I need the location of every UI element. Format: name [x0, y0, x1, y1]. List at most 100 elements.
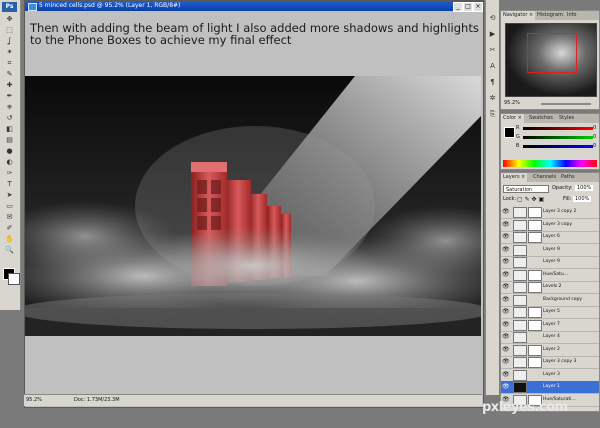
- fill-input[interactable]: 100%: [573, 196, 592, 202]
- layer-row[interactable]: 👁 Layer 9: [501, 256, 599, 269]
- layer-row[interactable]: 👁 Layer 3: [501, 369, 599, 382]
- layer-row[interactable]: 👁 Layer 7: [501, 319, 599, 332]
- channel-r-value[interactable]: 0: [593, 125, 596, 131]
- tab-color[interactable]: Color ×: [501, 114, 524, 123]
- image-canvas[interactable]: [25, 76, 481, 336]
- layer-mask-thumbnail[interactable]: [528, 219, 542, 231]
- color-spectrum-bar[interactable]: [503, 160, 597, 167]
- brushes-icon[interactable]: ✲: [488, 94, 497, 103]
- layer-mask-thumbnail[interactable]: [528, 269, 542, 281]
- tab-styles[interactable]: Styles: [557, 114, 576, 123]
- move-icon[interactable]: ✥: [3, 15, 16, 24]
- tab-layers[interactable]: Layers ×: [501, 173, 528, 182]
- tab-paths[interactable]: Paths: [559, 173, 577, 182]
- visibility-eye-icon[interactable]: 👁: [502, 371, 510, 379]
- visibility-eye-icon[interactable]: 👁: [502, 321, 510, 329]
- layer-row[interactable]: 👁 Layer 4: [501, 331, 599, 344]
- channel-g-value[interactable]: 0: [593, 134, 596, 140]
- marquee-icon[interactable]: ⬚: [3, 26, 16, 35]
- magic-wand-icon[interactable]: ✶: [3, 48, 16, 57]
- layer-row[interactable]: 👁 Layer 9: [501, 244, 599, 257]
- history-brush-icon[interactable]: ↺: [3, 114, 16, 123]
- layer-row[interactable]: 👁 Layer 3 copy 3: [501, 356, 599, 369]
- healing-icon[interactable]: ✚: [3, 81, 16, 90]
- layer-row[interactable]: 👁 Layer 3 copy 2: [501, 206, 599, 219]
- minimize-button[interactable]: _: [453, 2, 463, 12]
- visibility-eye-icon[interactable]: 👁: [502, 221, 510, 229]
- stamp-icon[interactable]: ⎈: [3, 103, 16, 112]
- shape-icon[interactable]: ▭: [3, 202, 16, 211]
- document-title-bar[interactable]: 5 minced cells.psd @ 95.2% (Layer 1, RGB…: [25, 1, 483, 11]
- layer-row[interactable]: 👁 Levels 2: [501, 281, 599, 294]
- path-select-icon[interactable]: ➤: [3, 191, 16, 200]
- tool-presets-icon[interactable]: ✂: [488, 46, 497, 55]
- background-color-swatch[interactable]: [8, 273, 20, 285]
- slice-icon[interactable]: ✎: [3, 70, 16, 79]
- paragraph-icon[interactable]: ¶: [488, 78, 497, 87]
- dodge-icon[interactable]: ◐: [3, 158, 16, 167]
- visibility-eye-icon[interactable]: 👁: [502, 346, 510, 354]
- channel-g-slider[interactable]: [523, 136, 593, 139]
- visibility-eye-icon[interactable]: 👁: [502, 208, 510, 216]
- navigator-zoom-value[interactable]: 95.2%: [504, 100, 520, 106]
- channel-b-value[interactable]: 0: [593, 143, 596, 149]
- visibility-eye-icon[interactable]: 👁: [502, 271, 510, 279]
- actions-icon[interactable]: ▶: [488, 30, 497, 39]
- lock-icons[interactable]: ▢ ✎ ✥ ▣: [517, 196, 544, 203]
- color-foreground-swatch[interactable]: [504, 127, 515, 138]
- brush-icon[interactable]: ✒: [3, 92, 16, 101]
- layer-row[interactable]: 👁 Layer 3 copy: [501, 219, 599, 232]
- close-button[interactable]: ×: [473, 2, 483, 12]
- channel-r-slider[interactable]: [523, 127, 593, 130]
- clone-source-icon[interactable]: ⎘: [488, 110, 497, 119]
- layer-mask-thumbnail[interactable]: [528, 319, 542, 331]
- blur-icon[interactable]: ●: [3, 147, 16, 156]
- character-icon[interactable]: A: [488, 62, 497, 71]
- visibility-eye-icon[interactable]: 👁: [502, 333, 510, 341]
- tab-channels[interactable]: Channels: [531, 173, 558, 182]
- navigator-zoom-slider[interactable]: [541, 103, 591, 105]
- lasso-icon[interactable]: ʆ: [3, 37, 16, 46]
- visibility-eye-icon[interactable]: 👁: [502, 258, 510, 266]
- layer-row[interactable]: 👁 Layer 1: [501, 381, 599, 394]
- layer-mask-thumbnail[interactable]: [528, 207, 542, 218]
- visibility-eye-icon[interactable]: 👁: [502, 296, 510, 304]
- layer-row[interactable]: 👁 Background copy: [501, 294, 599, 307]
- layer-mask-thumbnail[interactable]: [528, 344, 542, 356]
- visibility-eye-icon[interactable]: 👁: [502, 246, 510, 254]
- layer-mask-thumbnail[interactable]: [528, 307, 542, 318]
- status-zoom[interactable]: 95.2%: [26, 395, 42, 406]
- gradient-icon[interactable]: ▤: [3, 136, 16, 145]
- layer-row[interactable]: 👁 Layer 5: [501, 306, 599, 319]
- hand-icon[interactable]: ✋: [3, 235, 16, 244]
- eyedropper-icon[interactable]: ✐: [3, 224, 16, 233]
- navigator-view-box[interactable]: [527, 33, 577, 73]
- tab-swatches[interactable]: Swatches: [527, 114, 555, 123]
- status-doc-size[interactable]: Doc: 1.73M/23.3M: [74, 395, 120, 406]
- eraser-icon[interactable]: ◧: [3, 125, 16, 134]
- opacity-input[interactable]: 100%: [575, 185, 594, 191]
- layer-mask-thumbnail[interactable]: [528, 232, 542, 243]
- crop-icon[interactable]: ⌗: [3, 59, 16, 68]
- maximize-button[interactable]: □: [463, 2, 473, 12]
- tab-navigator[interactable]: Navigator ×: [501, 11, 536, 20]
- visibility-eye-icon[interactable]: 👁: [502, 283, 510, 291]
- visibility-eye-icon[interactable]: 👁: [502, 383, 510, 391]
- visibility-eye-icon[interactable]: 👁: [502, 233, 510, 241]
- tab-histogram[interactable]: Histogram: [535, 11, 565, 20]
- notes-icon[interactable]: ✉: [3, 213, 16, 222]
- type-icon[interactable]: T: [3, 180, 16, 189]
- layer-mask-thumbnail[interactable]: [528, 282, 542, 293]
- layer-row[interactable]: 👁 Hue/Satu...: [501, 269, 599, 282]
- history-icon[interactable]: ⟲: [488, 14, 497, 23]
- layer-mask-thumbnail[interactable]: [528, 357, 542, 368]
- tab-info[interactable]: Info: [565, 11, 578, 20]
- layer-row[interactable]: 👁 Layer 2: [501, 344, 599, 357]
- zoom-icon[interactable]: 🔍: [3, 246, 16, 255]
- visibility-eye-icon[interactable]: 👁: [502, 308, 510, 316]
- layer-row[interactable]: 👁 Layer 6: [501, 231, 599, 244]
- channel-b-slider[interactable]: [523, 145, 593, 148]
- visibility-eye-icon[interactable]: 👁: [502, 358, 510, 366]
- blend-mode-select[interactable]: Saturation: [503, 185, 549, 193]
- pen-icon[interactable]: ✑: [3, 169, 16, 178]
